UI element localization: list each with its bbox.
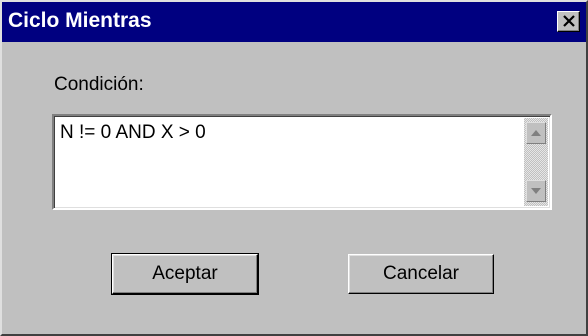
condition-textarea[interactable]: N != 0 AND X > 0 (52, 114, 552, 210)
scroll-up-button[interactable] (526, 122, 546, 144)
close-icon (563, 15, 575, 27)
condition-text[interactable]: N != 0 AND X > 0 (60, 122, 206, 144)
dialog-window: Ciclo Mientras Condición: N != 0 AND X >… (0, 0, 588, 336)
close-button[interactable] (557, 11, 580, 32)
arrow-up-icon (531, 130, 541, 136)
title-bar[interactable]: Ciclo Mientras (2, 2, 586, 42)
vertical-scrollbar[interactable] (524, 118, 548, 206)
cancel-button[interactable]: Cancelar (348, 254, 494, 294)
accept-button[interactable]: Aceptar (111, 253, 259, 295)
condition-label: Condición: (54, 74, 144, 95)
window-title: Ciclo Mientras (8, 9, 152, 32)
arrow-down-icon (531, 188, 541, 194)
scroll-down-button[interactable] (526, 180, 546, 202)
